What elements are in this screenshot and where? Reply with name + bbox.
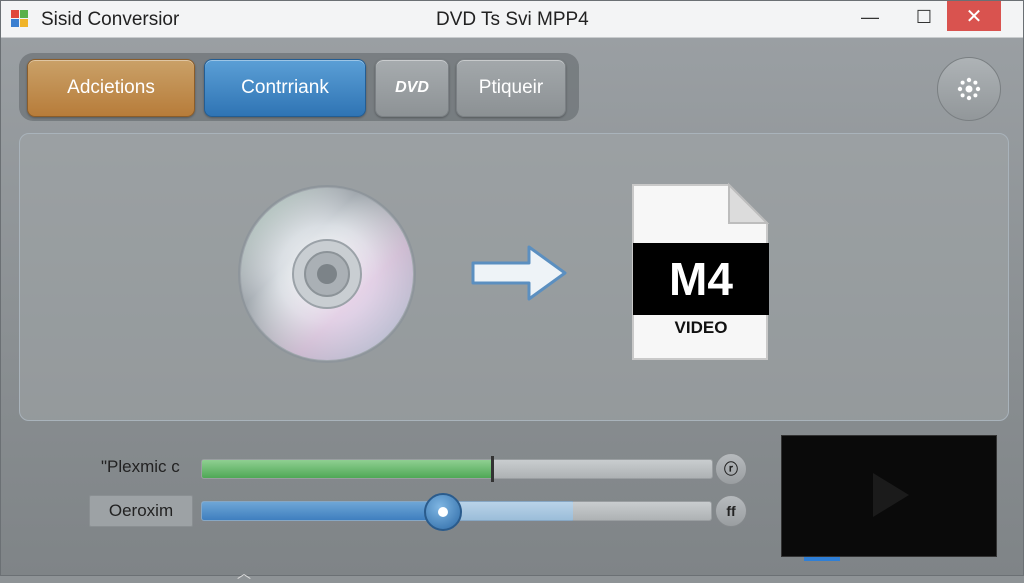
slider2-track[interactable] (201, 501, 575, 521)
slider1-label: "Plexmic c (101, 457, 180, 476)
dvd-button[interactable]: DVD (375, 59, 449, 117)
play-icon[interactable] (873, 473, 909, 517)
slider2-fill (202, 502, 442, 520)
slider2-ff-button[interactable]: ff (715, 495, 747, 527)
preview-progress (804, 557, 840, 561)
window-title: DVD Ts Svi MPP4 (436, 9, 589, 30)
slider2-knob[interactable] (423, 493, 462, 531)
slider1-track[interactable] (201, 459, 713, 479)
slider1-reset-button[interactable]: ⓡ (715, 453, 747, 485)
chevron-up-icon[interactable]: ︿ (237, 563, 251, 583)
maximize-button[interactable]: ☐ (901, 1, 947, 33)
contrank-button[interactable]: Contrriank (204, 59, 366, 117)
target-format-label: M4 (669, 253, 733, 305)
target-type-label: VIDEO (674, 318, 728, 337)
ptiquier-button[interactable]: Ptiqueir (456, 59, 566, 117)
arrow-right-icon (471, 245, 567, 301)
slider1-thumb[interactable] (490, 456, 494, 482)
app-logo-icon (11, 10, 29, 28)
gear-icon (957, 77, 981, 101)
minimize-button[interactable]: — (847, 1, 893, 33)
app-window: Sisid Conversior DVD Ts Svi MPP4 — ☐ ✕ A… (0, 0, 1024, 581)
slider2-track-rest[interactable] (573, 501, 712, 521)
settings-button[interactable] (937, 57, 1001, 121)
addictions-button[interactable]: Adcietions (27, 59, 195, 117)
title-bar: Sisid Conversior DVD Ts Svi MPP4 — ☐ ✕ (1, 1, 1023, 38)
slider2-label: Oeroxim (89, 495, 193, 527)
app-title: Sisid Conversior (41, 9, 180, 30)
close-button[interactable]: ✕ (947, 1, 1001, 31)
slider1-fill (202, 460, 493, 478)
dvd-disc-icon (238, 185, 416, 363)
